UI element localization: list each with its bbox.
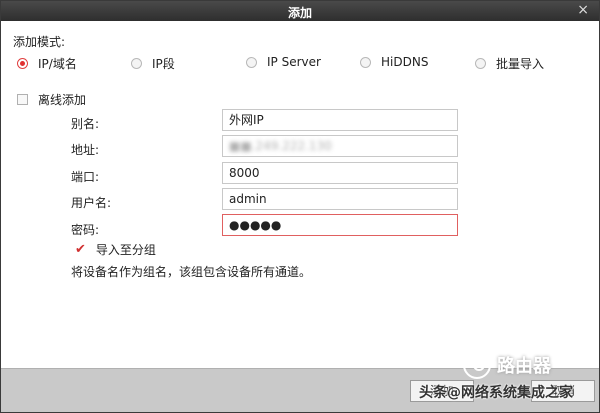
radio-batch-import[interactable]: 批量导入 xyxy=(475,55,544,72)
password-label: 密码: xyxy=(71,223,100,237)
address-value: ■■.249.222.130 xyxy=(229,139,332,153)
radio-label: HiDDNS xyxy=(381,55,429,69)
title-bar[interactable]: 添加 × xyxy=(1,1,599,21)
port-label: 端口: xyxy=(71,170,100,184)
import-to-group-checkbox[interactable]: ✔ 导入至分组 xyxy=(75,241,156,258)
add-mode-radio-group: IP/域名 IP段 IP Server HiDDNS 批量导入 xyxy=(3,55,597,75)
password-input[interactable]: ●●●●● xyxy=(222,214,458,236)
radio-label: IP/域名 xyxy=(38,57,77,71)
radio-label: 批量导入 xyxy=(496,57,545,71)
close-icon[interactable]: × xyxy=(577,2,589,18)
offline-add-label: 离线添加 xyxy=(38,93,87,107)
alias-label: 别名: xyxy=(71,117,100,131)
radio-ip-domain[interactable]: IP/域名 xyxy=(17,55,77,72)
radio-ip-server[interactable]: IP Server xyxy=(246,55,321,69)
username-input[interactable]: admin xyxy=(222,188,458,210)
radio-unselected-icon xyxy=(475,58,486,69)
import-to-group-label: 导入至分组 xyxy=(95,243,156,257)
dialog-title: 添加 xyxy=(287,6,312,20)
radio-hiddns[interactable]: HiDDNS xyxy=(360,55,428,69)
add-device-dialog: 添加 × 添加模式: IP/域名 IP段 IP Server HiDDNS 批量… xyxy=(0,0,600,413)
radio-unselected-icon xyxy=(360,56,371,68)
username-label: 用户名: xyxy=(71,196,112,210)
router-logo-icon xyxy=(463,351,491,379)
checkmark-icon: ✔ xyxy=(75,242,86,257)
alias-input[interactable]: 外网IP xyxy=(222,109,458,131)
watermark-text: 头条@网络系统集成之家 xyxy=(419,385,573,401)
checkbox-unchecked-icon xyxy=(17,94,28,105)
radio-label: IP段 xyxy=(152,57,175,71)
radio-unselected-icon xyxy=(131,58,142,69)
port-input[interactable]: 8000 xyxy=(222,162,458,184)
address-label: 地址: xyxy=(71,143,100,157)
radio-ip-segment[interactable]: IP段 xyxy=(131,55,175,72)
radio-selected-icon xyxy=(17,58,28,69)
group-note: 将设备名作为组名，该组包含设备所有通道。 xyxy=(71,265,312,279)
watermark-logo: 路由器 xyxy=(463,351,551,379)
radio-label: IP Server xyxy=(267,55,321,69)
watermark-logo-text: 路由器 xyxy=(497,356,551,377)
dialog-body: 添加模式: IP/域名 IP段 IP Server HiDDNS 批量导入 离线… xyxy=(3,23,597,368)
add-mode-label: 添加模式: xyxy=(13,35,66,49)
radio-unselected-icon xyxy=(246,56,257,68)
offline-add-checkbox[interactable]: 离线添加 xyxy=(17,91,86,108)
address-input[interactable]: ■■.249.222.130 xyxy=(222,135,458,157)
